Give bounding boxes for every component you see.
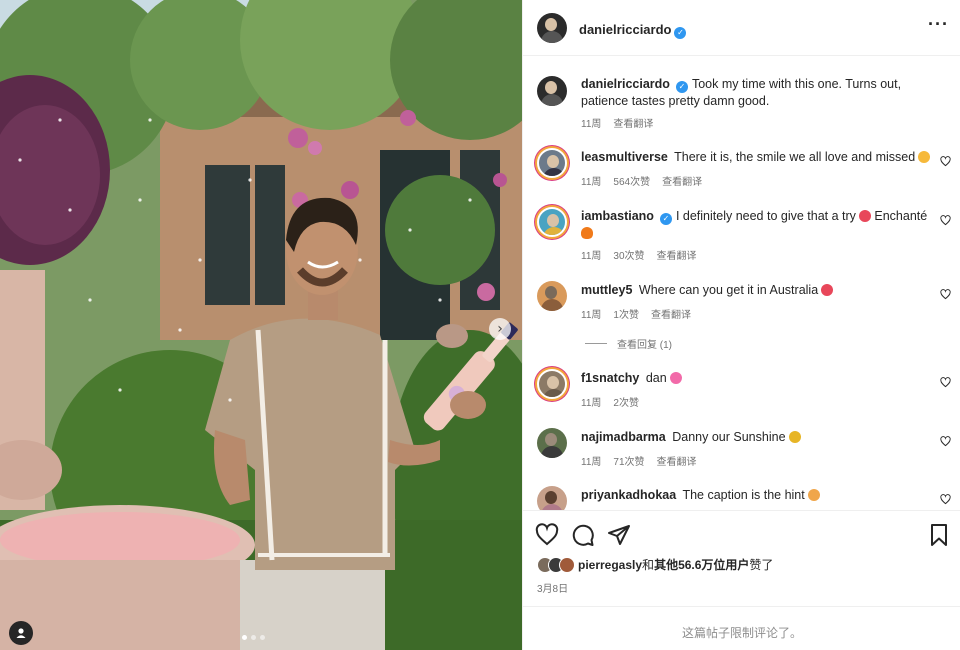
carousel-dot [251,635,256,640]
comment-text: dan [645,371,667,385]
comment-text: I definitely need to give that a try [675,209,856,223]
commenter-username[interactable]: f1snatchy [581,371,639,385]
heart-eyes-emoji-icon [821,284,834,296]
comment-text-block: iambastiano ✓ I definitely need to give th… [581,208,941,242]
comment-meta: 11周 564次赞 查看翻译 [581,173,702,188]
tagged-users-button[interactable] [9,621,33,645]
heart-eyes-emoji-icon [858,210,871,222]
more-horizontal-icon: ··· [928,14,949,34]
caption-author[interactable]: danielricciardo [581,77,670,91]
comment-text: Where can you get it in Australia [638,283,819,297]
smile-emoji-icon [918,151,931,163]
comment-meta: 11周 71次赞 查看翻译 [581,453,697,468]
post-side-panel: danielricciardo ✓ ··· danielricciardo ✓ Too… [522,0,960,650]
comment-text-block: leasmultiverse There it is, the smile we… [581,149,941,166]
post-date[interactable]: 3月8日 [537,580,568,595]
see-translation-link[interactable]: 查看翻译 [657,453,697,468]
comment-age: 11周 [581,251,602,262]
likes-count[interactable]: 其他56.6万位用户 [654,558,749,572]
more-options-button[interactable]: ··· [928,15,949,33]
commenter-avatar[interactable] [537,369,567,399]
see-translation-link[interactable]: 查看翻译 [662,173,702,188]
comment-age: 11周 [581,177,602,188]
see-translation-link[interactable]: 查看翻译 [657,247,697,262]
commenter-username[interactable]: muttley5 [581,283,632,297]
carousel-dot-active [242,635,247,640]
comment-like-heart-icon[interactable] [940,377,951,388]
comment-age: 11周 [581,457,602,468]
commenter-avatar[interactable] [537,428,567,458]
verified-badge-icon: ✓ [675,81,688,93]
post-photo[interactable]: › [0,0,522,650]
commenter-username[interactable]: leasmultiverse [581,150,668,164]
commenter-avatar[interactable] [537,281,567,311]
author-avatar[interactable] [537,13,567,43]
commenter-username[interactable]: najimadbarma [581,430,666,444]
commenter-username[interactable]: priyankadhokaa [581,488,676,502]
liker-avatars [537,556,575,573]
comment-item: priyankadhokaa The caption is the hint [523,484,960,510]
comment-text-block: muttley5 Where can you get it in Austral… [581,282,941,299]
fire-emoji-icon [581,227,593,239]
comment-like-heart-icon[interactable] [940,156,951,167]
verified-badge-icon: ✓ [674,27,687,39]
comment-like-count[interactable]: 1次赞 [613,306,639,321]
comment-age: 11周 [581,310,602,321]
view-replies-link[interactable]: 查看回复 (1) [585,336,672,351]
comment-like-heart-icon[interactable] [940,436,951,447]
comment-meta: 11周 1次赞 查看翻译 [581,306,691,321]
comment-meta: 11周 2次赞 [581,394,639,409]
post-actions [523,510,960,558]
comment-like-count[interactable]: 71次赞 [613,453,644,468]
comment-text-block: priyankadhokaa The caption is the hint [581,487,941,504]
comment-like-count[interactable]: 564次赞 [613,173,650,188]
author-avatar[interactable] [537,76,567,106]
view-replies-label[interactable]: 查看回复 (1) [617,336,672,351]
comment-text: The caption is the hint [682,488,805,502]
carousel-dot [260,635,265,640]
caption-meta: 11周 查看翻译 [581,115,653,130]
comment-text: There it is, the smile we all love and m… [674,150,916,164]
comment-like-count[interactable]: 30次赞 [613,247,644,262]
carousel-indicator [242,635,265,640]
comment-like-heart-icon[interactable] [940,289,951,300]
commenter-avatar[interactable] [537,148,567,178]
user-tag-icon [16,628,26,638]
commenter-avatar[interactable] [537,486,567,510]
laughing-emoji-icon [807,489,820,501]
sunflower-emoji-icon [788,431,801,443]
comment-age: 11周 [581,398,602,409]
carousel-next-button[interactable]: › [489,318,511,340]
replies-divider [585,343,607,344]
heart-icon[interactable] [535,523,559,547]
comment-like-heart-icon[interactable] [940,215,951,226]
verified-badge-icon: ✓ [659,213,672,225]
send-icon[interactable] [607,523,631,547]
comment-text-block: najimadbarma Danny our Sunshine [581,429,941,446]
bookmark-icon[interactable] [927,523,951,547]
likes-summary[interactable]: pierregasly和其他56.6万位用户赞了 [537,556,773,573]
likes-suffix: 赞了 [749,558,774,572]
comment-meta: 11周 30次赞 查看翻译 [581,247,697,262]
caption-age: 11周 [581,119,602,130]
commenter-username[interactable]: iambastiano [581,209,654,223]
chevron-right-icon: › [497,321,503,337]
liked-by-username[interactable]: pierregasly [578,558,642,572]
post-header: danielricciardo ✓ ··· [523,0,960,56]
caption-text-block: danielricciardo ✓ Took my time with this o… [581,76,951,110]
comment-text-continued: Enchanté [874,209,928,223]
comment-icon[interactable] [571,523,595,547]
comment-like-count[interactable]: 2次赞 [613,394,639,409]
comments-restricted-notice: 这篇帖子限制评论了。 [523,606,960,650]
commenter-avatar[interactable] [537,207,567,237]
likes-joiner: 和 [642,558,655,572]
comment-text-block: f1snatchy dan [581,370,941,387]
comment-text: Danny our Sunshine [672,430,786,444]
author-username[interactable]: danielricciardo [579,22,671,37]
comment-like-heart-icon[interactable] [940,494,951,505]
post-image [0,0,522,650]
see-translation-link[interactable]: 查看翻译 [651,306,691,321]
see-translation-link[interactable]: 查看翻译 [613,115,653,130]
pink-heart-emoji-icon [669,372,682,384]
